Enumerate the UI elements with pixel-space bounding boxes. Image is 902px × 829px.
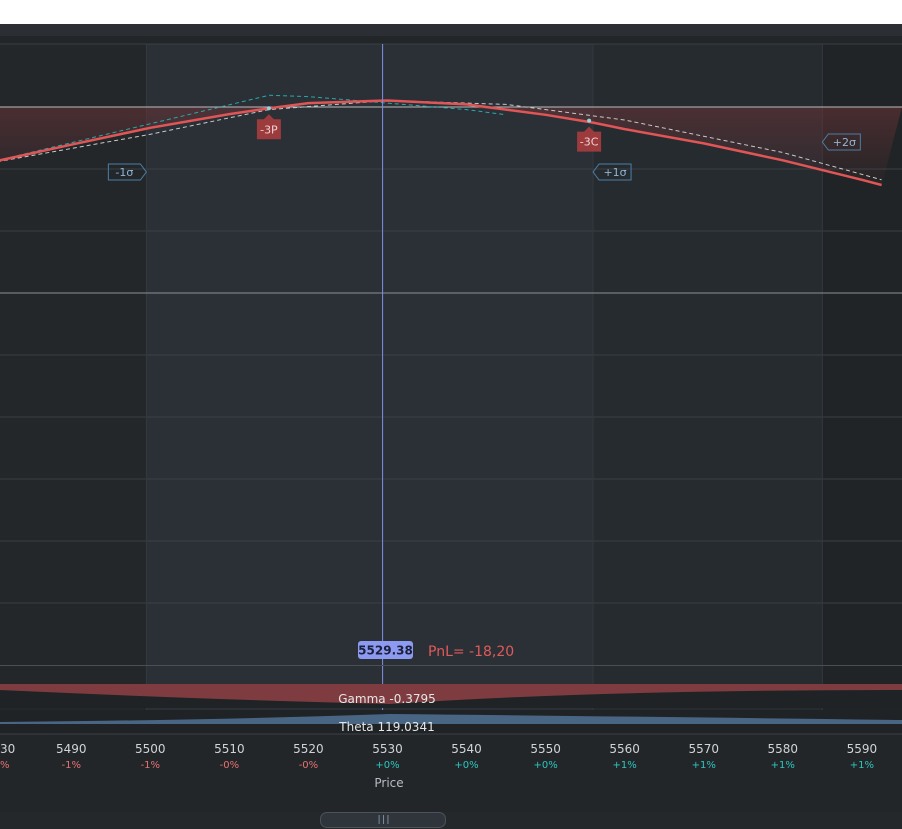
- x-tick-percent: +1%: [771, 760, 795, 771]
- x-tick-label: 5500: [135, 742, 166, 756]
- x-tick-percent: %: [0, 760, 10, 771]
- strike-point: [587, 118, 592, 123]
- x-tick-percent: +1%: [692, 760, 716, 771]
- x-tick-label: 5510: [214, 742, 245, 756]
- x-tick-label: 30: [0, 742, 15, 756]
- x-tick-label: 5520: [293, 742, 324, 756]
- x-tick-percent: -1%: [141, 760, 160, 771]
- pnl-chart[interactable]: -3P -3C -1σ +1σ +2σ 5529.38 PnL= -18,20 Gam…: [0, 0, 902, 812]
- horizontal-scrollbar[interactable]: |||: [0, 812, 902, 829]
- x-tick-label: 5490: [56, 742, 87, 756]
- x-tick-percent: -0%: [299, 760, 318, 771]
- svg-text:-1σ: -1σ: [115, 166, 133, 179]
- scroll-thumb[interactable]: |||: [320, 812, 446, 828]
- theta-label: Theta 119.0341: [338, 720, 434, 734]
- x-tick-label: 5540: [451, 742, 482, 756]
- x-tick-percent: -0%: [220, 760, 239, 771]
- one-sigma-band: [146, 44, 594, 734]
- x-tick-percent: +0%: [533, 760, 557, 771]
- x-tick-label: 5550: [530, 742, 561, 756]
- x-tick-label: 5530: [372, 742, 403, 756]
- x-axis-title: Price: [374, 776, 404, 790]
- x-tick-percent: +0%: [454, 760, 478, 771]
- svg-text:+2σ: +2σ: [833, 136, 856, 149]
- x-tick-label: 5590: [847, 742, 878, 756]
- strike-label: -3C: [580, 136, 599, 149]
- current-price-value: 5529.38: [358, 644, 413, 658]
- x-tick-percent: +0%: [375, 760, 399, 771]
- x-tick-percent: +1%: [613, 760, 637, 771]
- x-tick-label: 5560: [609, 742, 640, 756]
- x-tick-percent: -1%: [62, 760, 81, 771]
- strike-label: -3P: [260, 123, 278, 136]
- x-axis-ticks: 30% 5490 -1% 5500 -1% 5510 -0% 5520 -0% 5530 +0% 55…: [0, 742, 877, 771]
- grip-icon: |||: [376, 815, 390, 825]
- gamma-label: Gamma -0.3795: [338, 692, 436, 706]
- x-tick-label: 5570: [688, 742, 719, 756]
- x-tick-label: 5580: [768, 742, 799, 756]
- strike-point: [266, 106, 271, 111]
- svg-text:+1σ: +1σ: [603, 166, 626, 179]
- x-tick-percent: +1%: [850, 760, 874, 771]
- pnl-readout: PnL= -18,20: [428, 644, 514, 660]
- current-price-badge: 5529.38: [358, 641, 413, 659]
- greeks-divider: [0, 665, 902, 666]
